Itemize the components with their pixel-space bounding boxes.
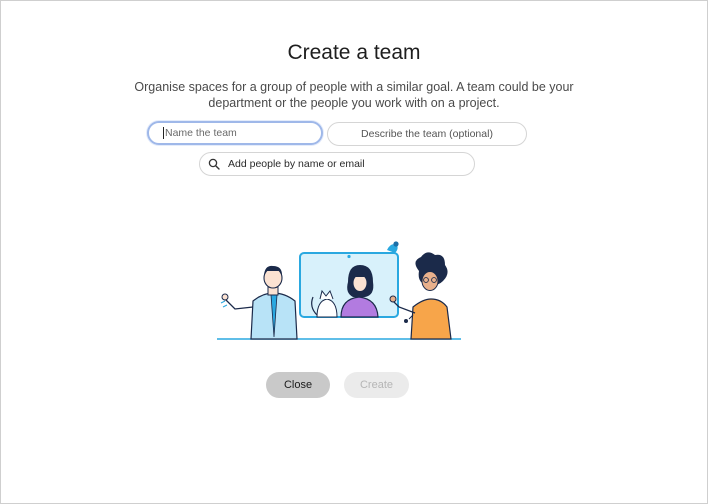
dialog-subtitle: Organise spaces for a group of people wi… [134,80,574,110]
search-icon [208,158,220,170]
team-name-field[interactable]: Name the team [147,121,323,145]
create-button[interactable]: Create [344,372,409,398]
bird-icon [387,241,399,253]
team-description-field[interactable]: Describe the team (optional) [327,122,527,146]
add-people-placeholder: Add people by name or email [228,158,365,170]
dialog-title: Create a team [287,41,421,64]
create-team-dialog: Create a team Organise spaces for a grou… [0,0,708,504]
man-in-suit-icon [220,265,298,340]
team-illustration [217,241,461,340]
close-button[interactable]: Close [266,372,330,398]
add-people-field[interactable]: Add people by name or email [199,152,475,176]
team-description-placeholder: Describe the team (optional) [361,128,493,140]
curly-haired-person-icon [389,252,452,340]
team-name-placeholder: Name the team [165,127,237,139]
text-caret [163,127,164,139]
